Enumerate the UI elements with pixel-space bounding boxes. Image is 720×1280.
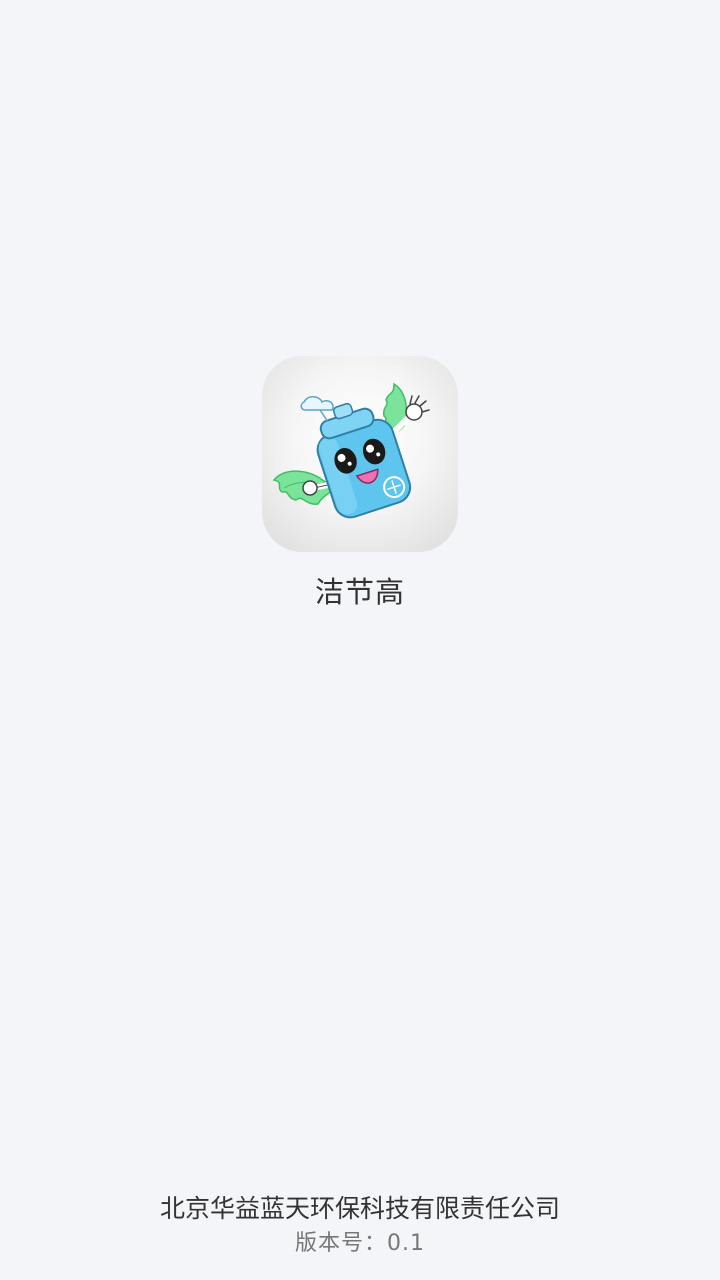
app-name: 洁节高 — [314, 575, 405, 609]
splash-screen: 洁节高 北京华益蓝天环保科技有限责任公司 版本号：0.1 — [0, 0, 720, 1280]
mascot-icon — [272, 382, 430, 519]
propeller — [300, 396, 334, 423]
company-name: 北京华益蓝天环保科技有限责任公司 — [159, 1194, 560, 1223]
version-label: 版本号：0.1 — [295, 1231, 425, 1256]
app-icon — [262, 356, 458, 552]
